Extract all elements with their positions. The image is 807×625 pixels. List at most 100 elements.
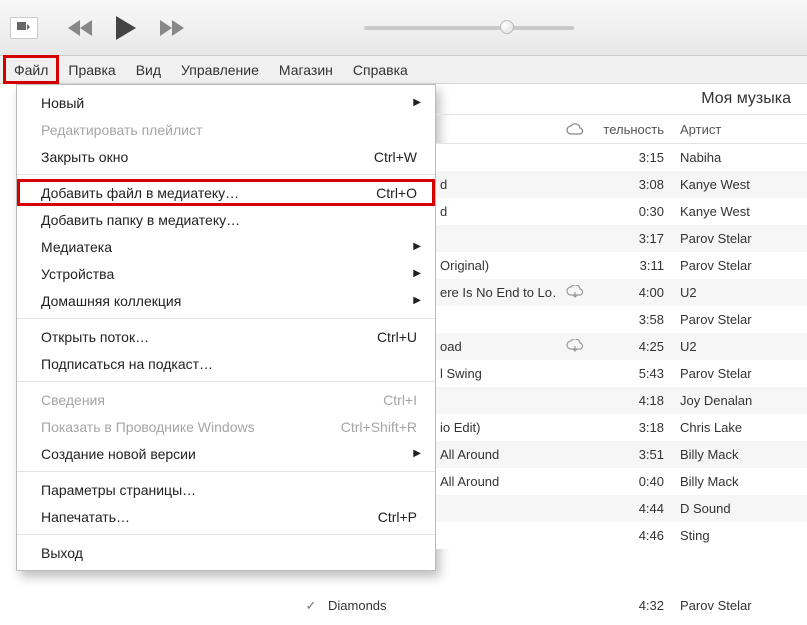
menu-item[interactable]: Подписаться на подкаст… bbox=[17, 350, 435, 377]
track-name: All Around bbox=[436, 474, 556, 489]
table-row[interactable]: io Edit)3:18Chris Lake bbox=[436, 414, 807, 441]
menu-файл[interactable]: Файл bbox=[4, 56, 58, 83]
cloud-download-icon[interactable] bbox=[556, 339, 594, 355]
seek-bar[interactable] bbox=[364, 26, 574, 30]
track-duration: 4:46 bbox=[594, 528, 674, 543]
menu-shortcut: Ctrl+W bbox=[374, 149, 417, 165]
menu-item-label: Редактировать плейлист bbox=[41, 122, 202, 138]
play-button[interactable] bbox=[114, 15, 138, 41]
menu-item-label: Показать в Проводнике Windows bbox=[41, 419, 255, 435]
col-cloud[interactable] bbox=[556, 122, 594, 136]
track-duration: 4:18 bbox=[594, 393, 674, 408]
track-duration: 3:18 bbox=[594, 420, 674, 435]
check-icon: ✓ bbox=[298, 598, 324, 614]
window-menu-icon bbox=[17, 22, 31, 34]
menu-item[interactable]: Домашняя коллекция ▶ bbox=[17, 287, 435, 314]
cloud-download-icon[interactable] bbox=[556, 285, 594, 301]
track-artist: Billy Mack bbox=[674, 474, 807, 489]
window-menu-button[interactable] bbox=[10, 17, 38, 39]
menu-справка[interactable]: Справка bbox=[343, 56, 418, 83]
table-row[interactable]: l Swing5:43Parov Stelar bbox=[436, 360, 807, 387]
track-artist: Kanye West bbox=[674, 204, 807, 219]
table-row[interactable]: Original)3:11Parov Stelar bbox=[436, 252, 807, 279]
content-title: Моя музыка bbox=[436, 84, 807, 114]
menu-item[interactable]: Выход bbox=[17, 539, 435, 566]
menu-правка[interactable]: Правка bbox=[58, 56, 125, 83]
menu-separator bbox=[17, 534, 435, 535]
track-duration: 3:15 bbox=[594, 150, 674, 165]
track-artist: Nabiha bbox=[674, 150, 807, 165]
menu-item[interactable]: Параметры страницы… bbox=[17, 476, 435, 503]
menu-item[interactable]: Добавить папку в медиатеку… bbox=[17, 206, 435, 233]
menu-shortcut: Ctrl+I bbox=[383, 392, 417, 408]
menu-вид[interactable]: Вид bbox=[126, 56, 171, 83]
table-row[interactable]: ere Is No End to Lo…4:00U2 bbox=[436, 279, 807, 306]
track-artist: U2 bbox=[674, 339, 807, 354]
menu-item-label: Параметры страницы… bbox=[41, 482, 196, 498]
track-name: oad bbox=[436, 339, 556, 354]
menu-item-label: Домашняя коллекция bbox=[41, 293, 181, 309]
table-row[interactable]: 4:44D Sound bbox=[436, 495, 807, 522]
table-row[interactable]: All Around3:51Billy Mack bbox=[436, 441, 807, 468]
table-row[interactable]: oad4:25U2 bbox=[436, 333, 807, 360]
table-row[interactable]: 3:15Nabiha bbox=[436, 144, 807, 171]
menu-shortcut: Ctrl+U bbox=[377, 329, 417, 345]
menu-item[interactable]: Медиатека▶ bbox=[17, 233, 435, 260]
chevron-right-icon: ▶ bbox=[413, 448, 421, 459]
table-row[interactable]: d0:30Kanye West bbox=[436, 198, 807, 225]
track-name: io Edit) bbox=[436, 420, 556, 435]
col-artist[interactable]: Артист bbox=[674, 122, 807, 137]
track-artist: Billy Mack bbox=[674, 447, 807, 462]
menu-item[interactable]: Новый▶ bbox=[17, 89, 435, 116]
menu-item: Сведения Ctrl+I bbox=[17, 386, 435, 413]
menu-separator bbox=[17, 174, 435, 175]
track-name: d bbox=[436, 204, 556, 219]
track-duration: 3:58 bbox=[594, 312, 674, 327]
menu-item-label: Открыть поток… bbox=[41, 329, 149, 345]
track-name: d bbox=[436, 177, 556, 192]
table-row[interactable]: 4:46Sting bbox=[436, 522, 807, 549]
file-menu-dropdown: Новый▶Редактировать плейлистЗакрыть окно… bbox=[16, 84, 436, 571]
playback-controls bbox=[68, 15, 184, 41]
table-row[interactable]: ✓ Diamonds 4:32 Parov Stelar bbox=[298, 592, 807, 619]
track-name: Original) bbox=[436, 258, 556, 273]
content-title-text: Моя музыка bbox=[701, 90, 791, 108]
previous-button[interactable] bbox=[68, 19, 94, 37]
menu-item[interactable]: Закрыть окноCtrl+W bbox=[17, 143, 435, 170]
chevron-right-icon: ▶ bbox=[413, 241, 421, 252]
menu-item[interactable]: Открыть поток… Ctrl+U bbox=[17, 323, 435, 350]
chevron-right-icon: ▶ bbox=[413, 268, 421, 279]
menu-item[interactable]: Добавить файл в медиатеку…Ctrl+O bbox=[17, 179, 435, 206]
col-duration[interactable]: тельность bbox=[594, 122, 674, 137]
menu-магазин[interactable]: Магазин bbox=[269, 56, 343, 83]
chevron-right-icon: ▶ bbox=[413, 295, 421, 306]
track-artist: U2 bbox=[674, 285, 807, 300]
track-name: All Around bbox=[436, 447, 556, 462]
menu-item[interactable]: Устройства▶ bbox=[17, 260, 435, 287]
menu-управление[interactable]: Управление bbox=[171, 56, 269, 83]
next-button[interactable] bbox=[158, 19, 184, 37]
menu-item[interactable]: Напечатать…Ctrl+P bbox=[17, 503, 435, 530]
menu-item-label: Сведения bbox=[41, 392, 105, 408]
table-row[interactable]: 4:18Joy Denalan bbox=[436, 387, 807, 414]
track-artist: Joy Denalan bbox=[674, 393, 807, 408]
menu-item-label: Добавить файл в медиатеку… bbox=[41, 185, 239, 201]
menu-item-label: Выход bbox=[41, 545, 83, 561]
table-row[interactable]: 3:58Parov Stelar bbox=[436, 306, 807, 333]
seek-thumb[interactable] bbox=[500, 20, 514, 34]
menu-item-label: Создание новой версии bbox=[41, 446, 196, 462]
track-duration: 4:00 bbox=[594, 285, 674, 300]
menu-separator bbox=[17, 318, 435, 319]
table-row[interactable]: 3:17Parov Stelar bbox=[436, 225, 807, 252]
track-artist: Kanye West bbox=[674, 177, 807, 192]
menu-item: Редактировать плейлист bbox=[17, 116, 435, 143]
track-duration: 4:32 bbox=[614, 598, 674, 613]
track-duration: 3:17 bbox=[594, 231, 674, 246]
menu-item-label: Подписаться на подкаст… bbox=[41, 356, 213, 372]
table-row[interactable]: d3:08Kanye West bbox=[436, 171, 807, 198]
menu-separator bbox=[17, 381, 435, 382]
table-row[interactable]: All Around0:40Billy Mack bbox=[436, 468, 807, 495]
track-artist: Parov Stelar bbox=[674, 312, 807, 327]
menu-item-label: Новый bbox=[41, 95, 84, 111]
menu-item[interactable]: Создание новой версии ▶ bbox=[17, 440, 435, 467]
